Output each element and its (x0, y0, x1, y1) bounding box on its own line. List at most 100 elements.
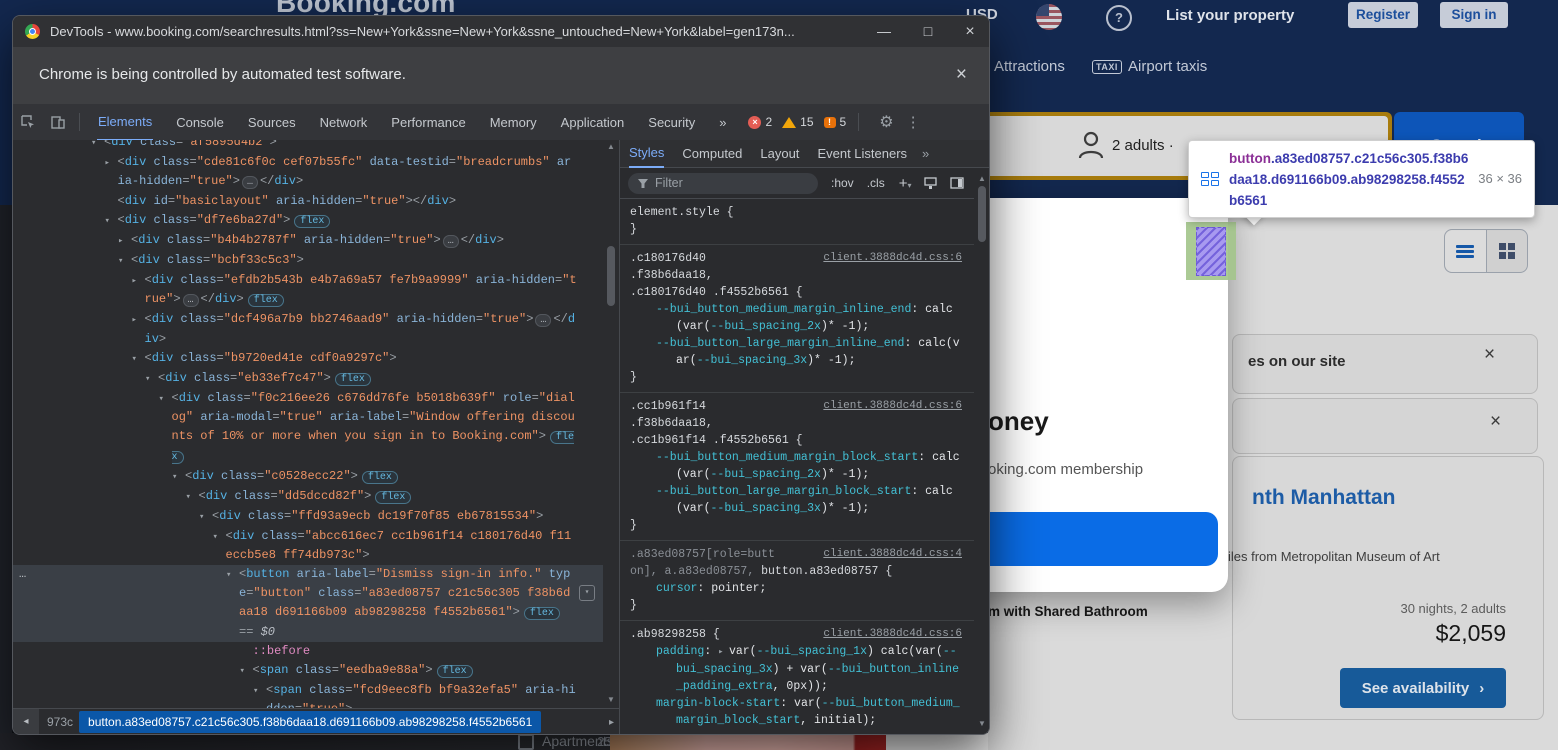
dom-node[interactable]: ▾<div class="dd5dccd82f">flex (13, 487, 603, 507)
collapsed-children-icon[interactable]: … (242, 176, 258, 189)
expander-icon[interactable]: ▾ (240, 662, 253, 681)
dom-node[interactable]: ▾<div class="af5895d4b2"> (13, 140, 603, 153)
dom-node[interactable]: <div id="basiclayout" aria-hidden="true"… (13, 192, 603, 211)
flex-badge[interactable]: flex (362, 471, 398, 484)
nav-airport-taxis[interactable]: Airport taxis (1128, 58, 1207, 75)
inspect-element-icon[interactable] (20, 114, 36, 130)
stylesheet-link[interactable]: client.3888dc4d.css:6 (823, 250, 962, 267)
dom-node[interactable]: ▾<span class="eedba9e88a">flex (13, 661, 603, 681)
styles-filter-input[interactable]: Filter (628, 173, 818, 194)
tab-event-listeners[interactable]: Event Listeners (817, 141, 907, 167)
expander-icon[interactable]: ▾ (91, 140, 104, 153)
css-property[interactable]: padding: ▸ var(--bui_spacing_1x) calc(va… (630, 643, 962, 695)
scroll-down-icon[interactable]: ▼ (603, 695, 619, 704)
stylesheet-link[interactable]: client.3888dc4d.css:6 (823, 626, 962, 643)
close-window-icon[interactable]: × (953, 16, 987, 47)
banner-close-icon[interactable]: × (956, 64, 967, 86)
scroll-down-icon[interactable]: ▼ (974, 719, 990, 728)
elements-scrollbar[interactable]: ▲ ▼ (603, 140, 619, 708)
grid-view-button[interactable] (1487, 230, 1528, 272)
dom-node[interactable]: ▾<div class="f0c216ee26 c676dd76fe b5018… (13, 389, 603, 467)
expander-icon[interactable]: ▾ (132, 350, 145, 369)
css-rule[interactable]: client.3888dc4d.css:4.a83ed08757[role=bu… (620, 541, 974, 621)
expander-icon[interactable]: ▾ (226, 566, 239, 585)
see-availability-button[interactable]: See availability › (1340, 668, 1506, 708)
css-rule[interactable]: client.3888dc4d.css:6.c180176d40.f38b6da… (620, 245, 974, 393)
collapsed-children-icon[interactable]: … (535, 314, 551, 327)
tab-security[interactable]: Security (647, 105, 696, 140)
css-rule[interactable]: client.3888dc4d.css:6.cc1b961f14.f38b6da… (620, 393, 974, 541)
dom-node[interactable]: ▾<div class="c0528ecc22">flex (13, 467, 603, 487)
warning-badge[interactable]: 15 (782, 115, 813, 129)
new-style-rule-button[interactable]: +▾ (899, 175, 912, 192)
dom-node[interactable]: ▸<div class="dcf496a7b9 bb2746aad9" aria… (13, 310, 603, 349)
expander-icon[interactable]: ▾ (213, 528, 226, 547)
list-your-property-link[interactable]: List your property (1166, 7, 1294, 24)
sign-in-button[interactable]: Sign in (1440, 2, 1508, 28)
tab-console[interactable]: Console (175, 105, 225, 140)
expander-icon[interactable]: ▾ (186, 488, 199, 507)
dom-node[interactable]: ▸<div class="b4b4b2787f" aria-hidden="tr… (13, 231, 603, 251)
banner1-close-icon[interactable]: × (1484, 345, 1495, 364)
dom-node[interactable]: ▾<div class="b9720ed41e cdf0a9297c"> (13, 349, 603, 369)
devtools-titlebar[interactable]: DevTools - www.booking.com/searchresults… (13, 16, 989, 47)
dom-node-selected[interactable]: ▾<button aria-label="Dismiss sign-in inf… (13, 565, 603, 642)
expander-icon[interactable]: ▸ (132, 272, 145, 291)
minimize-button[interactable]: — (867, 16, 901, 47)
tab-elements[interactable]: Elements (97, 104, 153, 141)
tab-styles[interactable]: Styles (629, 140, 664, 168)
css-rule[interactable]: client.3888dc4d.css:6.ab98298258 {paddin… (620, 621, 974, 734)
issues-badge[interactable]: ! 5 (824, 115, 847, 129)
expand-shorthand-icon[interactable]: ▸ (718, 647, 729, 657)
collapsed-children-icon[interactable]: … (183, 294, 199, 307)
property-name-link[interactable]: nth Manhattan (1252, 486, 1395, 510)
node-menu-icon[interactable]: … (19, 565, 27, 584)
expander-icon[interactable]: ▸ (118, 232, 131, 251)
banner2-close-icon[interactable]: × (1490, 412, 1501, 431)
tab-computed[interactable]: Computed (682, 141, 742, 167)
dom-node[interactable]: ▸<div class="cde81c6f0c cef07b55fc" data… (13, 153, 603, 192)
breadcrumb-back-icon[interactable]: ◂ (13, 709, 39, 735)
expander-icon[interactable]: ▾ (253, 682, 266, 701)
dom-node[interactable]: ::before (13, 642, 603, 661)
css-rule[interactable]: element.style {} (620, 199, 974, 245)
settings-gear-icon[interactable]: ⚙ (879, 112, 893, 132)
css-property[interactable]: --bui_button_large_margin_block_start: c… (630, 483, 962, 517)
tab-application[interactable]: Application (560, 105, 626, 140)
more-options-icon[interactable]: ⋮ (906, 113, 921, 131)
dom-node[interactable]: ▾<div class="bcbf33c5c3"> (13, 251, 603, 271)
breadcrumb-selected[interactable]: button.a83ed08757.c21c56c305.f38b6daa18.… (79, 711, 541, 733)
dom-node[interactable]: ▾<div class="abcc616ec7 cc1b961f14 c1801… (13, 527, 603, 565)
expander-icon[interactable]: ▸ (132, 311, 145, 330)
dom-node[interactable]: ▾<div class="df7e6ba27d">flex (13, 211, 603, 231)
expander-icon[interactable]: ▾ (159, 390, 172, 409)
toggle-classes-button[interactable]: .cls (867, 176, 885, 190)
flex-badge[interactable]: flex (437, 665, 473, 678)
css-property[interactable]: --bui_button_medium_margin_inline_end: c… (630, 301, 962, 335)
stylesheet-link[interactable]: client.3888dc4d.css:6 (823, 398, 962, 415)
css-property[interactable]: --bui_button_large_margin_inline_end: ca… (630, 335, 962, 369)
occupancy-value[interactable]: 2 adults · (1112, 137, 1174, 154)
breadcrumb-truncated[interactable]: 973c (47, 715, 73, 729)
device-toolbar-icon[interactable] (50, 114, 66, 130)
styles-scrollbar[interactable]: ▲ ▼ (974, 170, 990, 734)
error-badge[interactable]: × 2 (748, 115, 772, 129)
tab-memory[interactable]: Memory (489, 105, 538, 140)
expander-icon[interactable]: ▾ (118, 252, 131, 271)
register-button[interactable]: Register (1348, 2, 1418, 28)
dom-node[interactable]: ▾<span class="fcd9eec8fb bf9a32efa5" ari… (13, 681, 603, 708)
expander-icon[interactable]: ▾ (145, 370, 158, 389)
maximize-button[interactable]: □ (911, 16, 945, 47)
apartments-checkbox[interactable] (518, 734, 534, 750)
help-icon[interactable]: ? (1106, 5, 1132, 31)
stylesheet-link[interactable]: client.3888dc4d.css:4 (823, 546, 962, 563)
rendering-emulation-icon[interactable] (924, 177, 937, 190)
tab-network[interactable]: Network (319, 105, 369, 140)
expander-icon[interactable]: ▸ (105, 154, 118, 173)
expander-icon[interactable]: ▾ (199, 508, 212, 527)
scroll-up-icon[interactable]: ▲ (603, 142, 619, 151)
breadcrumb-forward-icon[interactable]: ▸ (609, 717, 614, 728)
list-view-button[interactable] (1445, 230, 1487, 272)
tab-layout[interactable]: Layout (760, 141, 799, 167)
nav-attractions[interactable]: Attractions (994, 58, 1065, 75)
